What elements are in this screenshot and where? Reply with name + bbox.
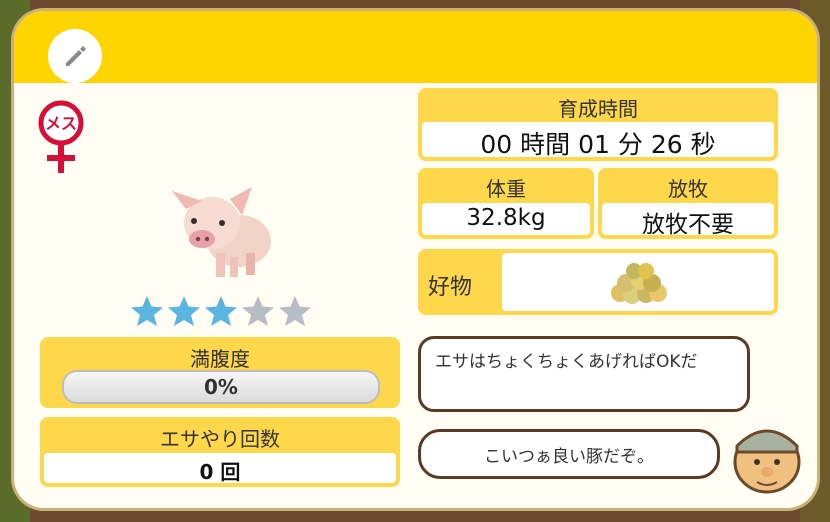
feed-count-value-area: 0 回 — [44, 453, 396, 484]
raising-time-value-area: 00 時間 01 分 26 秒 — [422, 122, 774, 159]
pencil-icon — [66, 46, 86, 66]
pig-status-panel: メス 満腹度 0% エサやり回数 0 回 育成時間 00 時間 01 分 26 … — [14, 11, 817, 508]
favorite-box: 好物 — [418, 249, 778, 315]
raising-time-box: 育成時間 00 時間 01 分 26 秒 — [418, 88, 778, 161]
feed-pile-icon — [611, 263, 667, 304]
star-icon-filled — [131, 296, 163, 326]
weight-box: 体重 32.8kg — [418, 168, 594, 239]
favorite-value-area — [502, 253, 774, 311]
star-icon-empty — [242, 296, 274, 326]
grazing-value-area: 放牧不要 — [602, 203, 774, 238]
weight-label: 体重 — [486, 177, 526, 201]
advice-bubble: エサはちょくちょくあげればOKだ — [418, 336, 750, 412]
raising-time-label: 育成時間 — [558, 97, 638, 121]
fullness-value: 0% — [204, 375, 238, 399]
female-icon: メス — [38, 100, 84, 173]
farmer-avatar — [733, 429, 801, 494]
grazing-box: 放牧 放牧不要 — [598, 168, 778, 239]
weight-value-area: 32.8kg — [422, 203, 590, 235]
fullness-label: 満腹度 — [190, 347, 250, 371]
favorite-label: 好物 — [428, 275, 473, 300]
weight-value: 32.8kg — [466, 205, 546, 231]
comment-bubble: こいつぁ良い豚だぞ。 — [418, 429, 720, 479]
panel-header — [14, 11, 817, 83]
raising-time-value: 00 時間 01 分 26 秒 — [480, 130, 716, 159]
advice-text: エサはちょくちょくあげればOKだ — [435, 352, 698, 372]
pig-image — [172, 187, 271, 277]
gender-label: メス — [45, 114, 77, 133]
star-icon-filled — [205, 296, 237, 326]
feed-count-label: エサやり回数 — [160, 427, 280, 451]
feed-count-box: エサやり回数 0 回 — [40, 417, 400, 487]
edit-name-button[interactable] — [48, 29, 102, 83]
feed-count-value: 0 回 — [199, 460, 241, 484]
rating-stars — [130, 294, 312, 328]
grazing-label: 放牧 — [668, 177, 708, 201]
grazing-value: 放牧不要 — [642, 212, 734, 238]
comment-text: こいつぁ良い豚だぞ。 — [484, 447, 654, 467]
fullness-bar: 0% — [62, 370, 380, 404]
star-icon-empty — [279, 296, 311, 326]
star-icon-filled — [168, 296, 200, 326]
